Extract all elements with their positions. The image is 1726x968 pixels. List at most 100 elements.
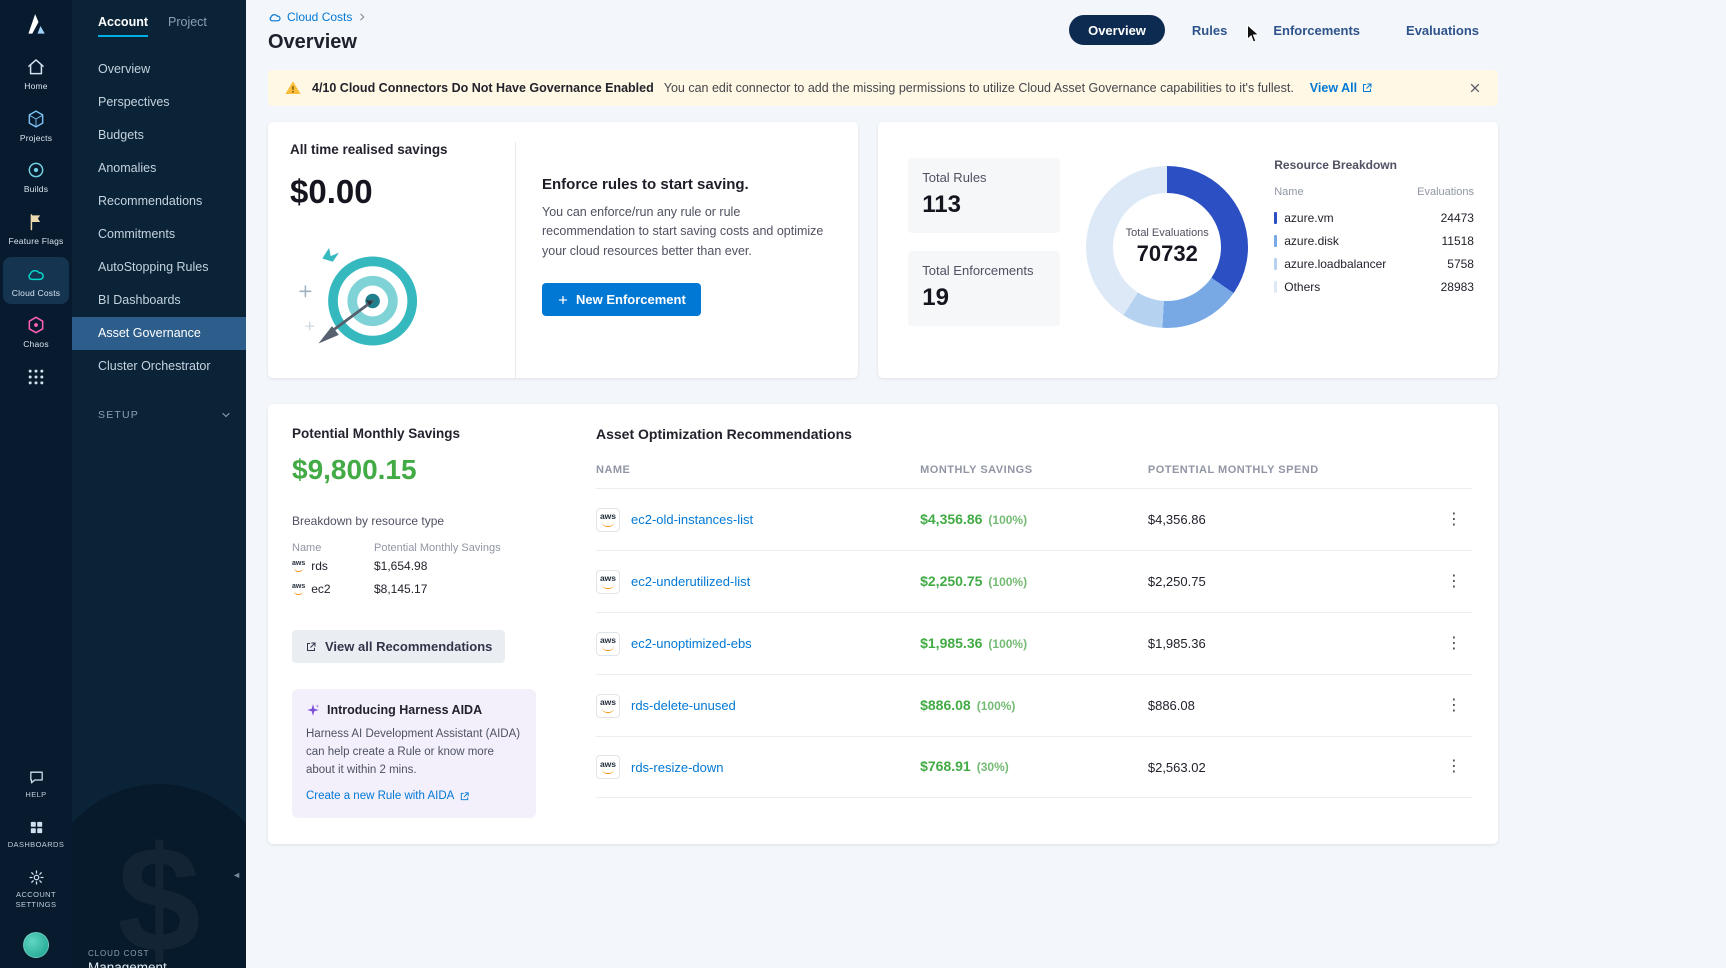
rail-item-label: Help [25,790,46,799]
donut-center: Total Evaluations 70732 [1113,193,1221,301]
sidebar-item-overview[interactable]: Overview [72,53,246,86]
view-all-recommendations-button[interactable]: View all Recommendations [292,630,505,663]
nav-pill-rules[interactable]: Rules [1173,15,1246,45]
chaos-icon [26,315,46,335]
sidebar-item-bi-dashboards[interactable]: BI Dashboards [72,284,246,317]
monthly-savings-value: $768.91 [920,758,971,774]
savings-percentage: (30%) [977,760,1009,774]
page-title: Overview [268,31,367,54]
recommendation-link[interactable]: ec2-unoptimized-ebs [631,636,752,651]
resource-savings: $1,654.98 [374,559,546,573]
new-enforcement-button[interactable]: New Enforcement [542,283,701,316]
module-nav: Home Projects Builds Feature FlagsCloud Cos… [3,46,69,397]
setup-section-toggle[interactable]: SETUP [72,399,246,431]
rail-item-help[interactable]: Help [3,762,69,805]
column-header: NAME [596,464,920,476]
recommendation-link[interactable]: rds-resize-down [631,760,723,775]
create-rule-aida-link[interactable]: Create a new Rule with AIDA [306,790,470,802]
total-rules-stat: Total Rules 113 [908,158,1060,233]
recommendation-row: awsrds-resize-down$768.91(30%)$2,563.02⋮ [596,736,1472,798]
sidebar-item-commitments[interactable]: Commitments [72,218,246,251]
breakdown-header: Name Evaluations [1274,186,1474,198]
projects-icon [26,109,46,129]
sidebar-collapse-icon[interactable]: ◄ [232,870,241,880]
recommendation-link[interactable]: ec2-old-instances-list [631,512,753,527]
kebab-menu-icon[interactable]: ⋮ [1446,574,1472,590]
sidebar-item-cluster-orchestrator[interactable]: Cluster Orchestrator [72,350,246,383]
rail-item-dashboards[interactable]: Dashboards [3,812,69,855]
help-icon [28,769,45,786]
legend-marker [1274,281,1277,293]
breakdown-rows: azure.vm24473azure.disk11518azure.loadba… [1274,206,1474,298]
recommendation-link[interactable]: ec2-underutilized-list [631,574,750,589]
savings-percentage: (100%) [977,699,1016,713]
sidebar-item-perspectives[interactable]: Perspectives [72,86,246,119]
cta-title: Enforce rules to start saving. [542,176,830,193]
column-header: Evaluations [1417,186,1474,198]
recommendation-row: awsec2-old-instances-list$4,356.86(100%)… [596,488,1472,550]
close-icon[interactable] [1468,81,1482,95]
promo-title: Introducing Harness AIDA [327,703,482,717]
column-header: POTENTIAL MONTHLY SPEND [1148,464,1393,476]
breadcrumb-link[interactable]: Cloud Costs [287,10,352,24]
nav-pill-overview[interactable]: Overview [1069,15,1165,45]
rail-item-account-settings[interactable]: Account Settings [3,862,69,915]
breakdown-name: Others [1284,280,1320,294]
rail-item-feature-flags[interactable]: Feature Flags [3,205,69,253]
column-header: MONTHLY SAVINGS [920,464,1148,476]
resource-breakdown: Resource Breakdown Name Evaluations azur… [1274,158,1476,378]
dashboards-icon [28,819,45,836]
sidebar-item-asset-governance[interactable]: Asset Governance [72,317,246,350]
table-header: NAMEMONTHLY SAVINGSPOTENTIAL MONTHLY SPE… [596,464,1472,488]
external-link-icon [305,641,317,653]
user-avatar[interactable] [23,932,49,958]
breakdown-name: azure.loadbalancer [1284,257,1386,271]
dartboard-illustration [292,243,430,364]
banner-message: You can edit connector to add the missin… [664,81,1294,95]
kebab-menu-icon[interactable]: ⋮ [1446,759,1472,775]
card-title: Potential Monthly Savings [292,426,546,441]
resource-type-rows: awsrds$1,654.98awsec2$8,145.17 [292,554,546,600]
dollar-watermark: $ [72,784,246,968]
sidebar-item-autostopping-rules[interactable]: AutoStopping Rules [72,251,246,284]
sidebar-item-anomalies[interactable]: Anomalies [72,152,246,185]
harness-logo[interactable] [23,12,49,38]
aws-icon: aws [596,755,620,779]
donut-value: 70732 [1137,241,1198,267]
recommendation-row: awsrds-delete-unused$886.08(100%)$886.08… [596,674,1472,736]
view-all-label: View All [1310,81,1357,95]
rail-item-projects[interactable]: Projects [3,102,69,150]
rail-item-chaos[interactable]: Chaos [3,308,69,356]
aws-icon: aws [596,694,620,718]
recommendation-link[interactable]: rds-delete-unused [631,698,736,713]
kebab-menu-icon[interactable]: ⋮ [1446,636,1472,652]
nav-pill-evaluations[interactable]: Evaluations [1387,15,1498,45]
savings-percentage: (100%) [988,513,1027,527]
column-header: Potential Monthly Savings [374,542,546,554]
breadcrumb: Cloud Costs [268,10,367,24]
rail-item-home[interactable]: Home [3,50,69,98]
sidebar-tab-project[interactable]: Project [168,15,207,37]
sidebar-item-recommendations[interactable]: Recommendations [72,185,246,218]
breakdown-header: Name Potential Monthly Savings [292,542,546,554]
rail-item-builds[interactable]: Builds [3,153,69,201]
stat-label: Total Enforcements [922,263,1046,278]
rail-item-label: Projects [20,133,52,144]
aida-promo: Introducing Harness AIDA Harness AI Deve… [292,689,536,818]
nav-pill-enforcements[interactable]: Enforcements [1254,15,1379,45]
rail-item-cloud-costs[interactable]: Cloud Costs [3,257,69,305]
warning-icon [284,79,302,97]
sidebar-item-budgets[interactable]: Budgets [72,119,246,152]
external-link-icon [459,791,470,802]
savings-percentage: (100%) [988,637,1027,651]
kebab-menu-icon[interactable]: ⋮ [1446,512,1472,528]
button-label: View all Recommendations [325,639,492,654]
sidebar-tab-account[interactable]: Account [98,15,148,37]
rail-item-modules[interactable] [3,360,69,393]
rail-item-label: Builds [24,184,48,195]
view-all-link[interactable]: View All [1310,81,1373,95]
legend-marker [1274,235,1277,247]
kebab-menu-icon[interactable]: ⋮ [1446,698,1472,714]
cloud-icon [268,10,282,24]
potential-savings-column: Potential Monthly Savings $9,800.15 Brea… [268,426,570,818]
